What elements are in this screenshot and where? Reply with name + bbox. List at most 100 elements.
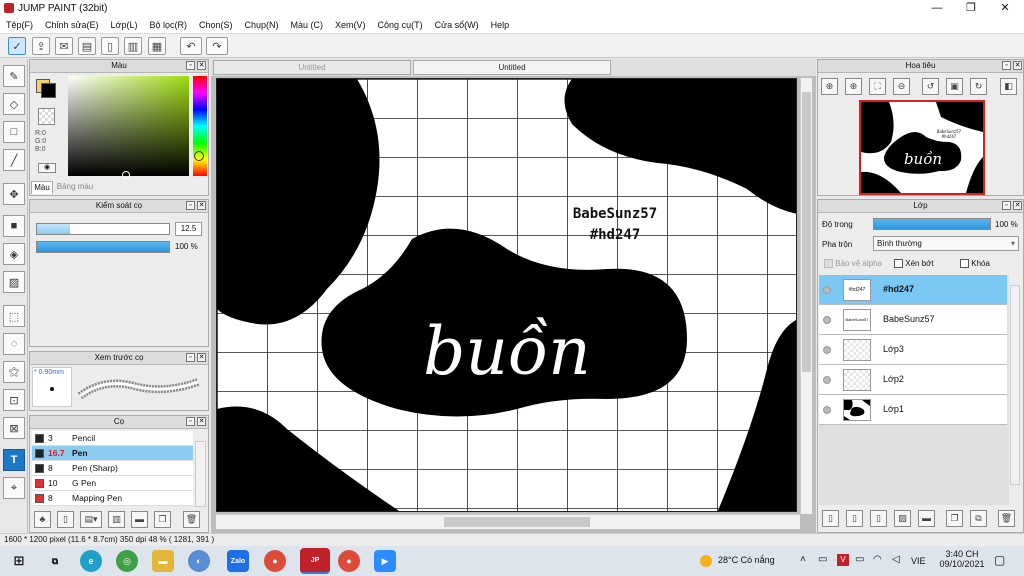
navigator-thumbnail[interactable]: buồn BabeSunz57 #hd247 (859, 100, 985, 195)
fill-rect-tool-icon[interactable]: ■ (3, 215, 25, 237)
lock-checkbox[interactable]: Khóa (960, 259, 990, 269)
new-layer-icon[interactable]: ▯ (822, 510, 839, 527)
layer-row[interactable]: Lớp1 (819, 395, 1007, 425)
windows-start-icon[interactable]: ⊞ (8, 550, 30, 572)
wifi-icon[interactable]: ◠ (873, 554, 882, 565)
settings-icon[interactable]: ▦ (148, 37, 166, 55)
float-icon[interactable]: ▫ (186, 417, 195, 426)
chevron-up-icon[interactable]: ˄ (800, 554, 806, 565)
layer-row[interactable]: #hd247 #hd247 (819, 275, 1007, 305)
delete-layer-icon[interactable]: 🗑 (998, 510, 1015, 527)
zoom-app-icon[interactable]: ▶ (374, 550, 396, 572)
move-tool-icon[interactable]: ✥ (3, 183, 25, 205)
minimize-button[interactable]: — (920, 0, 954, 16)
zoom-in-alt-icon[interactable]: ⊕ (845, 78, 862, 95)
lasso-tool-icon[interactable]: ◌ (3, 333, 25, 355)
weather-text[interactable]: 28°C Có nắng (718, 555, 775, 565)
brush-item[interactable]: 10 G Pen (32, 476, 193, 491)
zalo-icon[interactable]: Zalo (227, 550, 249, 572)
task-view-icon[interactable]: ⧉ (44, 550, 66, 572)
folder-icon[interactable]: ▬ (131, 511, 148, 528)
menu-view[interactable]: Xem(V) (329, 20, 372, 30)
snap-icon[interactable]: ✓ (8, 37, 26, 55)
layer-folder-icon[interactable]: ▬ (918, 510, 935, 527)
language-indicator[interactable]: VIE (911, 556, 926, 566)
new-layer-8bit-icon[interactable]: ▯ (846, 510, 863, 527)
layer-opacity-slider[interactable] (873, 218, 991, 230)
tab-palette[interactable]: Bảng màu (54, 181, 96, 194)
document-icon[interactable]: ▯ (101, 37, 119, 55)
menu-capture[interactable]: Chụp(N) (239, 20, 285, 30)
close-icon[interactable]: ✕ (197, 417, 206, 426)
artboard[interactable]: buồn BabeSunz57 #hd247 (216, 78, 797, 512)
tray-icon[interactable]: ▭ (818, 554, 827, 565)
float-icon[interactable]: ▫ (186, 201, 195, 210)
rotate-right-icon[interactable]: ↻ (970, 78, 987, 95)
close-icon[interactable]: ✕ (1013, 61, 1022, 70)
eraser-tool-icon[interactable]: ◇ (3, 93, 25, 115)
comment-icon[interactable]: ✉ (55, 37, 73, 55)
select-eraser-tool-icon[interactable]: ⊠ (3, 417, 25, 439)
app-icon-blue[interactable]: ◐ (188, 550, 210, 572)
maximize-button[interactable]: ❐ (954, 0, 988, 16)
brush-settings-icon[interactable]: ▥ (108, 511, 125, 528)
opacity-slider[interactable] (36, 241, 170, 253)
edge-icon[interactable]: e (80, 550, 102, 572)
text-tool-icon[interactable]: T (3, 449, 25, 471)
menu-color[interactable]: Màu (C) (285, 20, 330, 30)
chat-icon[interactable]: ▤ (78, 37, 96, 55)
visibility-icon[interactable] (823, 286, 831, 294)
menu-help[interactable]: Help (485, 20, 516, 30)
canvas-horizontal-scrollbar[interactable] (216, 514, 800, 529)
layer-row[interactable]: Lớp3 (819, 335, 1007, 365)
page-icon[interactable]: ▥ (124, 37, 142, 55)
float-icon[interactable]: ▫ (186, 61, 195, 70)
chrome-icon[interactable]: ● (264, 550, 286, 572)
menu-layer[interactable]: Lớp(L) (105, 20, 144, 30)
brush-item[interactable]: 8 Pen (Sharp) (32, 461, 193, 476)
menu-select[interactable]: Chọn(S) (193, 20, 239, 30)
volume-icon[interactable]: ◁ (892, 554, 900, 565)
new-layer-1bit-icon[interactable]: ▯ (870, 510, 887, 527)
visibility-icon[interactable] (823, 376, 831, 384)
brush-tool-icon[interactable]: ✎ (3, 65, 25, 87)
file-explorer-icon[interactable]: ▬ (152, 550, 174, 572)
duplicate-layer-icon[interactable]: ❐ (946, 510, 963, 527)
select-pen-tool-icon[interactable]: ⊡ (3, 389, 25, 411)
menu-tools[interactable]: Công cụ(T) (372, 20, 429, 30)
close-icon[interactable]: ✕ (197, 201, 206, 210)
weather-icon[interactable] (700, 555, 712, 567)
visibility-icon[interactable] (823, 316, 831, 324)
blend-mode-select[interactable]: Bình thường ▾ (873, 236, 1019, 251)
close-icon[interactable]: ✕ (197, 61, 206, 70)
tab-untitled-1[interactable]: Untitled (213, 60, 411, 75)
select-rect-tool-icon[interactable]: □ (3, 121, 25, 143)
canvas-vertical-scrollbar[interactable] (800, 78, 812, 514)
tab-color[interactable]: Màu (31, 181, 53, 194)
copy-icon[interactable]: ❐ (154, 511, 171, 528)
size-value-field[interactable]: 12.5 (175, 222, 202, 236)
menu-file[interactable]: Tệp(F) (0, 20, 39, 30)
float-icon[interactable]: ▫ (1002, 201, 1011, 210)
rotate-left-icon[interactable]: ↺ (922, 78, 939, 95)
layer-row[interactable]: BabeSunz57 BabeSunz57 (819, 305, 1007, 335)
protect-alpha-checkbox[interactable]: Bảo vệ alpha (824, 259, 882, 269)
menu-window[interactable]: Cửa sổ(W) (429, 20, 485, 30)
eyedropper-tool-icon[interactable]: ⌖ (3, 477, 25, 499)
flip-icon[interactable]: ◧ (1000, 78, 1017, 95)
color-picker-square[interactable] (68, 76, 189, 176)
foreground-color-swatch[interactable] (41, 83, 56, 98)
brush-item[interactable]: 16.7 Pen (32, 446, 193, 461)
vertical-scroll-thumb[interactable] (802, 92, 811, 372)
horizontal-scroll-thumb[interactable] (444, 517, 590, 527)
menu-filter[interactable]: Bộ lọc(R) (143, 20, 193, 30)
brush-menu-icon[interactable]: ▤▾ (80, 511, 102, 528)
layer-row[interactable]: Lớp2 (819, 365, 1007, 395)
network-icon[interactable]: ▭ (855, 554, 864, 565)
tray-v-icon[interactable]: V (837, 554, 849, 566)
zoom-out-icon[interactable]: ⊖ (893, 78, 910, 95)
trash-icon[interactable]: 🗑 (183, 511, 200, 528)
visibility-icon[interactable] (823, 406, 831, 414)
new-brush-icon[interactable]: ▯ (57, 511, 74, 528)
size-slider[interactable] (36, 223, 170, 235)
